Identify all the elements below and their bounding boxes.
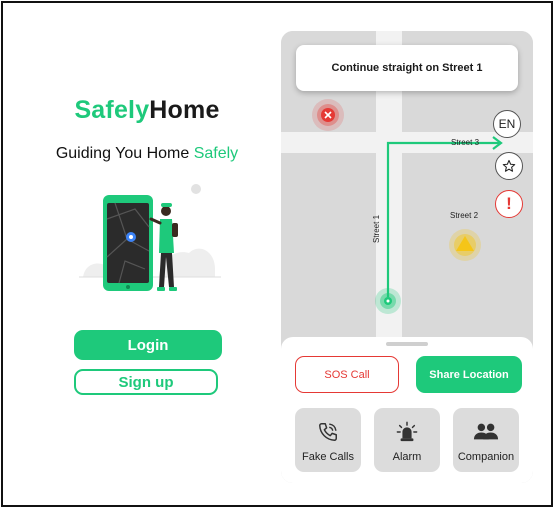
favorite-button[interactable] bbox=[495, 152, 523, 180]
street-1-label: Street 1 bbox=[372, 214, 381, 243]
alarm-label: Alarm bbox=[392, 451, 422, 463]
phone-call-icon bbox=[319, 423, 337, 441]
siren-icon bbox=[396, 421, 418, 442]
street-3-label: Street 3 bbox=[451, 138, 480, 147]
people-icon bbox=[473, 423, 499, 440]
app-frame: SafelyHome Guiding You Home Safely Login… bbox=[1, 1, 553, 507]
navigation-instruction-banner: Continue straight on Street 1 bbox=[296, 45, 518, 91]
signup-button[interactable]: Sign up bbox=[74, 369, 218, 395]
share-location-button[interactable]: Share Location bbox=[416, 356, 522, 393]
report-alert-button[interactable]: ! bbox=[495, 190, 523, 218]
login-button[interactable]: Login bbox=[74, 330, 222, 360]
sos-call-button[interactable]: SOS Call bbox=[295, 356, 399, 393]
language-button[interactable]: EN bbox=[493, 110, 521, 138]
alarm-button[interactable]: Alarm bbox=[374, 408, 440, 472]
fake-calls-label: Fake Calls bbox=[302, 451, 354, 463]
star-icon bbox=[502, 159, 516, 172]
street-2-label: Street 2 bbox=[450, 211, 479, 220]
companion-label: Companion bbox=[457, 451, 515, 463]
fake-calls-button[interactable]: Fake Calls bbox=[295, 408, 361, 472]
exclamation-icon: ! bbox=[506, 194, 512, 213]
sheet-handle[interactable] bbox=[386, 342, 428, 346]
action-sheet: SOS Call Share Location Fake Calls Alarm… bbox=[281, 337, 533, 483]
app-logo-text: SafelyHome bbox=[74, 96, 220, 124]
navigation-screen: Street 3 Street 2 Street 1 Continue stra… bbox=[281, 31, 533, 483]
companion-button[interactable]: Companion bbox=[453, 408, 519, 472]
tagline: Guiding You Home Safely bbox=[55, 145, 239, 162]
phone-navigation-illustration bbox=[79, 184, 221, 291]
